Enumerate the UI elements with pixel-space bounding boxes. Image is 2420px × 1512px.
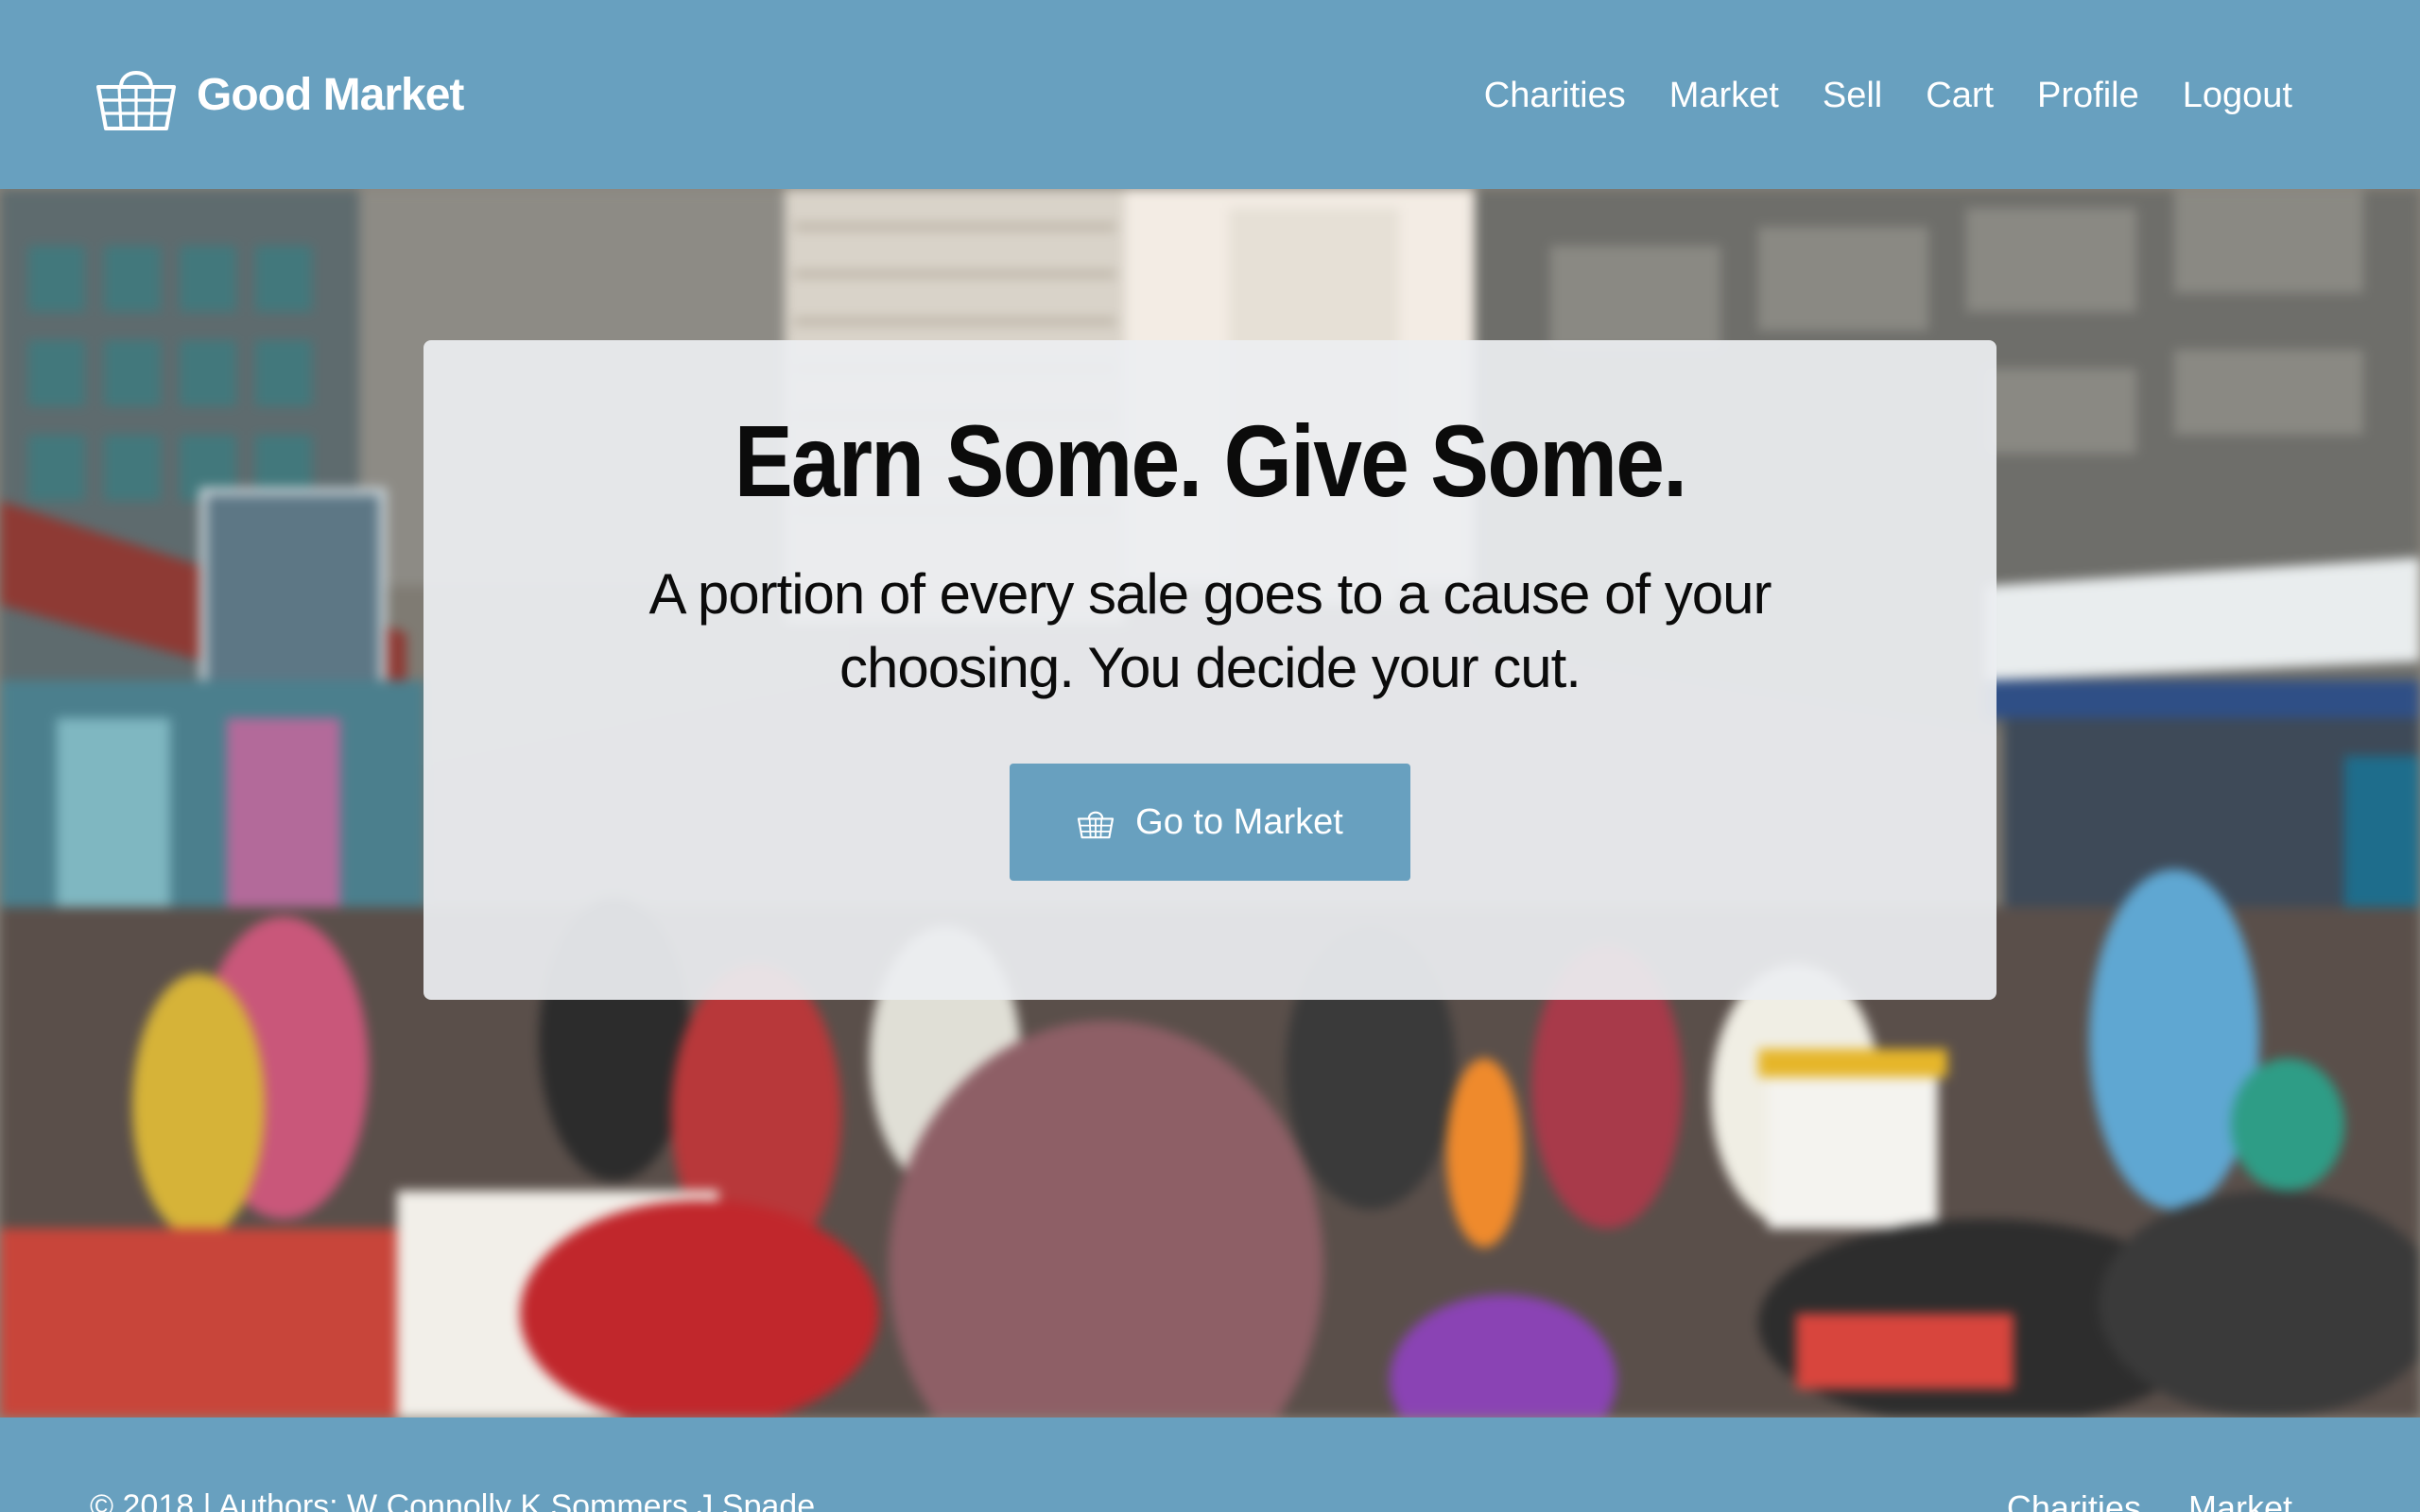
top-navbar: Good Market Charities Market Sell Cart P… [0,0,2420,189]
footer-link-charities[interactable]: Charities [2007,1488,2141,1512]
nav-sell[interactable]: Sell [1823,76,1882,116]
basket-icon [1078,811,1115,839]
basket-icon [96,71,176,130]
brand-name: Good Market [197,69,464,120]
hero-subheading: A portion of every sale goes to a cause … [648,562,1772,699]
nav-charities[interactable]: Charities [1484,76,1626,116]
page: Good Market Charities Market Sell Cart P… [0,0,2420,1512]
footer-link-market[interactable]: Market [2188,1488,2292,1512]
nav-market[interactable]: Market [1669,76,1779,116]
hero-headline: Earn Some. Give Some. [734,404,1687,518]
go-to-market-button[interactable]: Go to Market [1010,764,1410,881]
footer-nav: Charities Market [2007,1488,2292,1512]
nav-cart[interactable]: Cart [1926,76,1994,116]
go-to-market-label: Go to Market [1135,801,1343,842]
main-nav: Charities Market Sell Cart Profile Logou… [1484,66,2292,125]
nav-logout[interactable]: Logout [2183,76,2292,116]
hero-section: Earn Some. Give Some. A portion of every… [0,189,2420,1418]
nav-profile[interactable]: Profile [2037,76,2139,116]
brand-link[interactable]: Good Market [95,49,464,140]
footer-copyright: © 2018 | Authors: W Connolly K Sommers J… [90,1488,816,1512]
footer: © 2018 | Authors: W Connolly K Sommers J… [0,1418,2420,1512]
hero-card: Earn Some. Give Some. A portion of every… [424,340,1996,1000]
